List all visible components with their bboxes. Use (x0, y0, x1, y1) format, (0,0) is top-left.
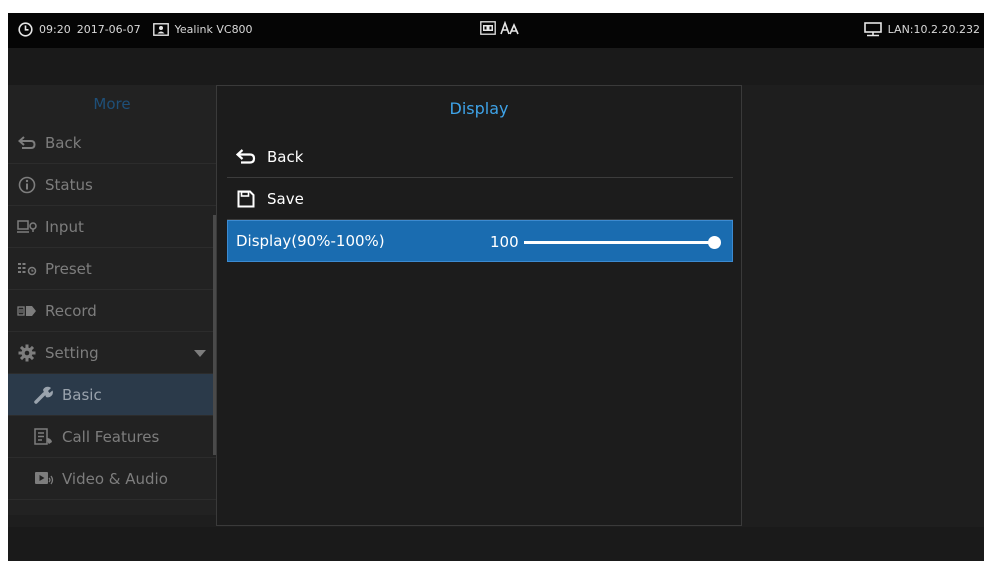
sidebar-item-record[interactable]: Record (8, 290, 216, 332)
sidebar-item-preset[interactable]: Preset (8, 248, 216, 290)
top-band (8, 48, 984, 85)
call-features-icon (34, 427, 54, 446)
input-icon (17, 218, 37, 236)
more-sidebar: More Back Status Input Preset Record Set… (8, 85, 216, 515)
sidebar-item-basic[interactable]: Basic (8, 374, 216, 416)
sidebar-item-call-features[interactable]: Call Features (8, 416, 216, 458)
sidebar-item-label: Basic (62, 385, 102, 404)
back-arrow-icon (17, 134, 37, 152)
preset-icon (17, 260, 37, 278)
sidebar-item-input[interactable]: Input (8, 206, 216, 248)
display-setting-value: 100 (490, 233, 519, 251)
panel-title: Display (449, 98, 509, 118)
display-slider[interactable] (524, 236, 721, 249)
status-bar: 09:20 2017-06-07 Yealink VC800 LAN:10.2.… (8, 13, 984, 48)
info-icon (17, 176, 37, 194)
back-button[interactable]: Back (227, 136, 733, 178)
record-icon (17, 302, 37, 320)
device-name: Yealink VC800 (174, 23, 253, 36)
status-date: 2017-06-07 (76, 23, 141, 36)
sidebar-title: More (93, 94, 131, 113)
contact-card-icon (152, 23, 169, 36)
sidebar-item-label: Preset (45, 259, 92, 278)
vcr-icon (480, 21, 496, 35)
status-time: 09:20 (39, 23, 71, 36)
bottom-band (8, 527, 984, 561)
slider-knob[interactable] (708, 236, 721, 249)
sidebar-item-status[interactable]: Status (8, 164, 216, 206)
back-label: Back (267, 147, 304, 166)
sidebar-item-back[interactable]: Back (8, 122, 216, 164)
sidebar-item-video-audio[interactable]: Video & Audio (8, 458, 216, 500)
sidebar-item-label: Back (45, 133, 82, 152)
chevron-down-icon (194, 350, 206, 357)
sidebar-item-setting[interactable]: Setting (8, 332, 216, 374)
save-label: Save (267, 189, 304, 208)
device-screen: 09:20 2017-06-07 Yealink VC800 LAN:10.2.… (8, 13, 984, 561)
clock-icon (18, 22, 33, 37)
sidebar-item-label: Record (45, 301, 97, 320)
sidebar-item-label: Input (45, 217, 84, 236)
network-icon (863, 22, 882, 37)
display-setting-label: Display(90%-100%) (236, 232, 385, 250)
font-size-icon (500, 21, 520, 35)
wrench-icon (34, 386, 54, 404)
video-audio-icon (34, 470, 54, 488)
save-icon (235, 190, 257, 208)
display-panel: Display Back Save Display(90%-100%) 100 (216, 85, 742, 526)
save-button[interactable]: Save (227, 178, 733, 220)
back-arrow-icon (235, 148, 257, 166)
sidebar-item-label: Status (45, 175, 93, 194)
sidebar-item-label: Setting (45, 343, 99, 362)
sidebar-item-label: Video & Audio (62, 469, 168, 488)
gear-icon (17, 344, 37, 362)
sidebar-item-label: Call Features (62, 427, 160, 446)
network-address: LAN:10.2.20.232 (887, 23, 980, 36)
display-setting-row[interactable]: Display(90%-100%) 100 (227, 220, 733, 262)
